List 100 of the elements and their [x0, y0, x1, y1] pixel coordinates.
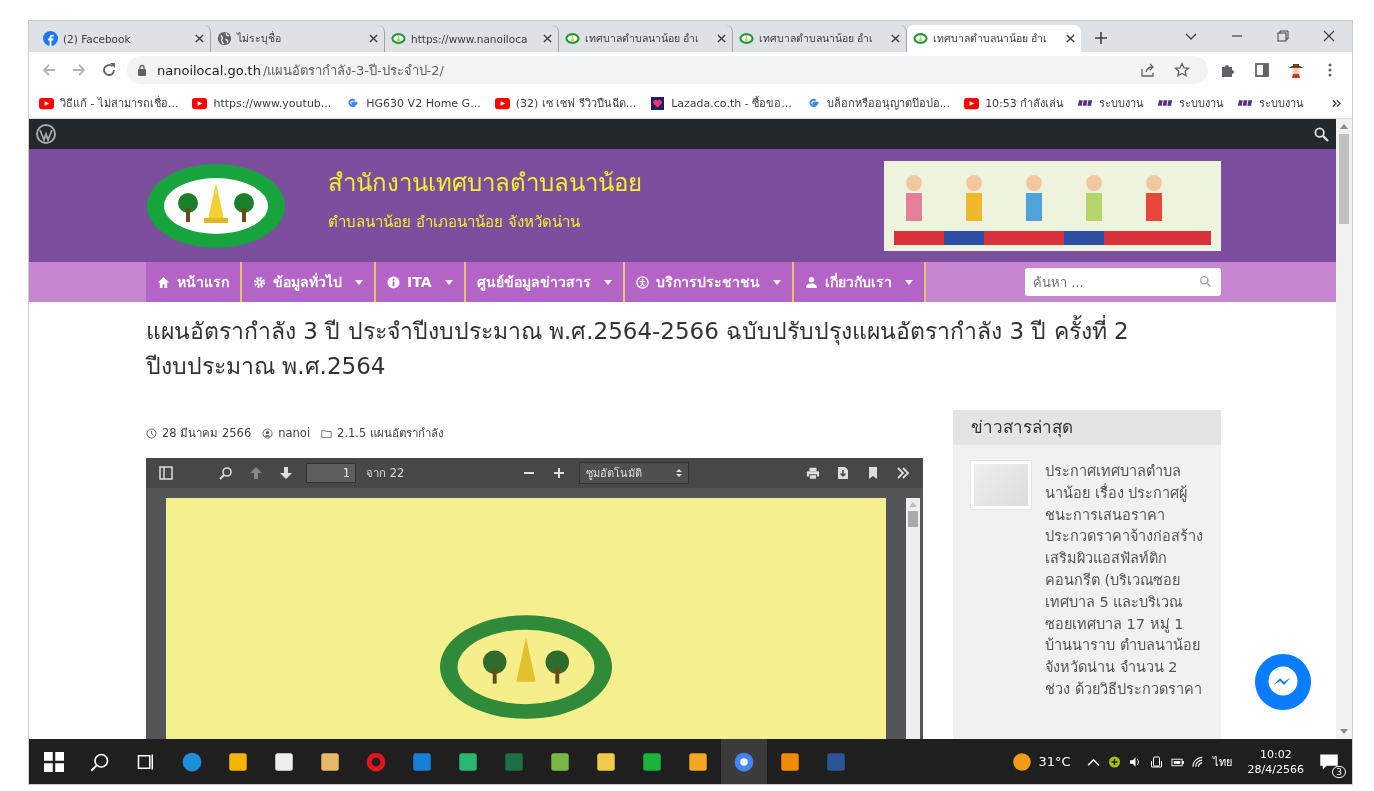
caret-icon [675, 468, 682, 478]
logo-icon [1158, 99, 1174, 107]
notification-count: 3 [1332, 765, 1346, 778]
page-number-field[interactable]: 1 [306, 463, 356, 483]
close-icon[interactable] [1323, 30, 1335, 42]
bookmark[interactable]: ระบบงาน [1238, 94, 1305, 112]
bookmark[interactable]: (32) เซ เซฟ รีวิวปืนฉีด... [494, 94, 637, 112]
nav-item[interactable]: ศูนย์ข้อมูลข่าวสาร [465, 262, 625, 302]
caret-icon [603, 279, 612, 285]
sun-icon[interactable] [1012, 751, 1033, 772]
app-icon[interactable] [458, 751, 478, 772]
emblem-icon [739, 31, 754, 46]
home-icon [157, 275, 170, 289]
accessibility-icon [635, 275, 649, 289]
scrollbar-thumb[interactable] [908, 511, 918, 527]
category-link[interactable]: 2.1.5 แผนอัตรากำลัง [337, 424, 444, 442]
emblem-icon [565, 31, 580, 46]
search-icon[interactable] [1314, 126, 1329, 142]
site-tagline: ตำบลนาน้อย อำเภอนาน้อย จังหวัดน่าน [328, 212, 581, 233]
language-indicator[interactable]: ไทย [1212, 752, 1232, 771]
globe-icon [217, 31, 232, 46]
share-icon[interactable] [1140, 62, 1156, 78]
emblem-icon [391, 31, 406, 46]
logo-icon [1238, 99, 1254, 107]
clock[interactable]: 10:02 28/4/2566 [1247, 746, 1304, 777]
windows-icon[interactable] [44, 751, 64, 772]
bookmark[interactable]: https://www.youtub... [192, 96, 332, 110]
restore-icon[interactable] [1277, 30, 1289, 42]
bookmark[interactable]: ระบบงาน [1078, 94, 1145, 112]
app-icon[interactable] [780, 751, 800, 772]
messenger-button[interactable] [1254, 653, 1312, 711]
app-icon[interactable] [596, 751, 616, 772]
page-count: จาก 22 [366, 465, 405, 482]
more-bookmarks-icon[interactable] [1332, 98, 1342, 108]
nav-item[interactable]: บริการประชาชน [624, 262, 794, 302]
app-icon[interactable] [642, 751, 662, 772]
facebook-icon [43, 31, 58, 46]
folder-icon [321, 427, 333, 439]
bookmark[interactable]: บล็อกหรืออนุญาตป๊อปอ... [805, 94, 951, 112]
caret-icon [444, 279, 453, 285]
user-icon [262, 427, 274, 439]
play-icon [964, 96, 980, 110]
caret-icon [904, 279, 913, 285]
widget-heading: ข่าวสารล่าสุด [953, 410, 1221, 445]
heart-icon [650, 96, 666, 110]
scroll-down-icon[interactable] [1340, 729, 1348, 734]
info-icon [387, 275, 400, 289]
wordpress-icon[interactable] [36, 124, 56, 144]
caret-icon [772, 279, 781, 285]
bookmark[interactable]: วิธีแก้ - ไม่สามารถเชื่อ... [39, 94, 179, 112]
app-icon[interactable] [228, 751, 248, 772]
nav-item[interactable]: ITA [376, 262, 466, 302]
app-icon[interactable] [550, 751, 570, 772]
speaker-icon[interactable] [1128, 755, 1142, 768]
gear-icon [253, 275, 266, 289]
article-title: แผนอัตรากำลัง 3 ปี ประจำปีงบประมาณ พ.ศ.2564-2566 ฉบับปรับปรุงแผนอัตรากำลัง 3 ปี ครั้งที่ 2 ปีงบประมาณ พ.ศ.2564 [146, 314, 1146, 384]
play-icon [494, 96, 510, 110]
app-icon[interactable] [274, 751, 294, 772]
wifi-icon[interactable] [1191, 755, 1205, 768]
bookmark[interactable]: 10:53 กำลังเล่น [964, 94, 1065, 112]
zoom-select[interactable]: ซูมอัตโนมัติ [578, 462, 689, 484]
logo-icon [1078, 99, 1094, 107]
app-icon[interactable] [320, 751, 340, 772]
star-icon[interactable] [1174, 62, 1190, 78]
app-icon[interactable] [688, 751, 708, 772]
bookmark[interactable]: HG630 V2 Home G... [345, 96, 481, 110]
new-tab-icon[interactable] [1095, 32, 1107, 44]
clock-icon [146, 427, 157, 439]
nav-item[interactable]: ข้อมูลทั่วไป [242, 262, 376, 302]
address-bar[interactable]: nanoilocal.go.th/แผนอัตรากำลัง-3-ปี-ประจำป-2/ [127, 56, 1208, 84]
search-field[interactable]: ค้นหา ... [1025, 268, 1221, 296]
user-icon [804, 275, 818, 289]
nav-item[interactable]: เกี่ยวกับเรา [793, 262, 926, 302]
close-icon[interactable] [891, 34, 900, 43]
lock-icon [137, 64, 147, 76]
nav-item[interactable]: หน้าแรก [146, 262, 242, 302]
scrollbar-thumb[interactable] [1339, 134, 1349, 224]
close-icon[interactable] [1066, 34, 1075, 43]
thumbnail[interactable] [971, 461, 1031, 509]
scroll-up-icon[interactable] [1340, 124, 1348, 129]
site-title[interactable]: สำนักงานเทศบาลตำบลนาน้อย [328, 163, 642, 202]
close-icon[interactable] [369, 34, 378, 43]
play-icon [192, 96, 208, 110]
post-date: 28 มีนาคม 2566 [162, 425, 252, 442]
plus-badge-icon[interactable] [1107, 755, 1121, 768]
close-icon[interactable] [717, 34, 726, 43]
browser-tab[interactable]: เทศบาลตำบลนาน้อย อำเ [907, 25, 1081, 52]
author-link[interactable]: nanoi [278, 426, 311, 440]
play-icon [39, 96, 54, 110]
caret-icon [355, 279, 363, 285]
news-link[interactable]: ประกาศเทศบาลตำบลนาน้อย เรื่อง ประกาศผู้ชนะการเสนอราคา ประกวดราคาจ้างก่อสร้างเสริมผิวแอสฟัลท์ติกคอนกรีต (บริเวณซอยเทศบาล 5 และบริเวณซอยเทศบาล 17 หมู่ 1 บ้านนาราบ ตำบลนาน้อย จังหวัดน่าน จำนวน 2 ช่วง ด้วยวิธีประกวดราคา [1045, 461, 1203, 701]
temperature[interactable]: 31°C [1038, 754, 1071, 769]
close-icon[interactable] [195, 34, 204, 43]
search-icon[interactable] [90, 751, 110, 772]
chrome-icon[interactable] [734, 751, 754, 772]
sidebar-toggle-icon[interactable] [156, 466, 176, 480]
bookmark[interactable]: ระบบงาน [1158, 94, 1225, 112]
bookmark[interactable]: Lazada.co.th - ซื้อขอ... [650, 94, 792, 112]
emblem-icon [913, 31, 928, 46]
close-icon[interactable] [543, 34, 552, 43]
